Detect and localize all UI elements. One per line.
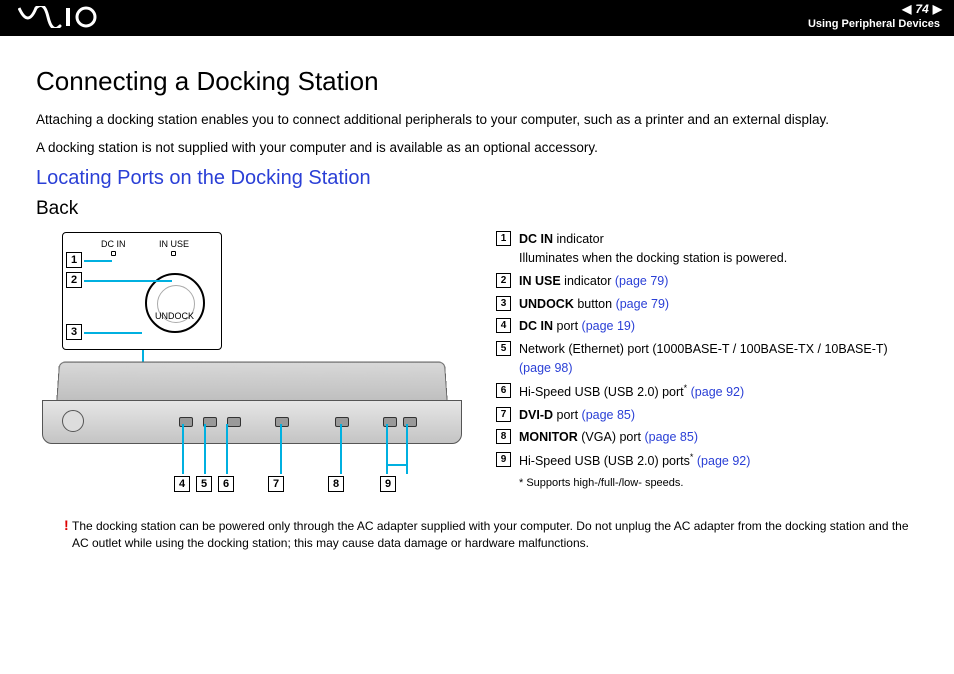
legend-item: 6 Hi-Speed USB (USB 2.0) port* (page 92): [496, 382, 918, 402]
section-name: Using Peripheral Devices: [808, 18, 940, 30]
legend-number-box: 2: [496, 273, 511, 288]
callout-8: 8: [328, 476, 344, 492]
page-link[interactable]: (page 85): [582, 408, 636, 422]
legend-text: DC IN indicatorIlluminates when the dock…: [519, 230, 787, 268]
vga-port-icon: [335, 417, 349, 427]
dock-body-icon: [36, 360, 468, 460]
undock-label: UNDOCK: [155, 311, 194, 321]
footnote: * Supports high-/full-/low- speeds.: [519, 475, 918, 492]
page-link[interactable]: (page 79): [615, 274, 669, 288]
intro-p2: A docking station is not supplied with y…: [36, 139, 918, 157]
callout-2: 2: [66, 272, 82, 288]
page-link[interactable]: (page 85): [644, 430, 698, 444]
callout-9: 9: [380, 476, 396, 492]
callout-4: 4: [174, 476, 190, 492]
legend-number-box: 3: [496, 296, 511, 311]
usb-port-icon: [227, 417, 241, 427]
legend-text: UNDOCK button (page 79): [519, 295, 669, 314]
next-page-arrow[interactable]: ▶: [933, 2, 942, 16]
legend-number-box: 7: [496, 407, 511, 422]
legend-item: 5 Network (Ethernet) port (1000BASE-T / 1…: [496, 340, 918, 378]
legend-item: 7 DVI-D port (page 85): [496, 406, 918, 425]
legend-number-box: 5: [496, 341, 511, 356]
view-label: Back: [36, 198, 918, 220]
legend-number-box: 1: [496, 231, 511, 246]
legend-list: 1 DC IN indicatorIlluminates when the doc…: [496, 228, 918, 491]
callout-7: 7: [268, 476, 284, 492]
dc-in-label: DC IN: [101, 239, 126, 249]
in-use-label: IN USE: [159, 239, 189, 249]
intro-p1: Attaching a docking station enables you …: [36, 111, 918, 129]
page-link[interactable]: (page 92): [687, 385, 744, 399]
legend-item: 9 Hi-Speed USB (USB 2.0) ports* (page 92): [496, 451, 918, 471]
vaio-logo: [18, 6, 102, 34]
page-link[interactable]: (page 98): [519, 361, 573, 375]
legend-text: DVI-D port (page 85): [519, 406, 635, 425]
warning-text: The docking station can be powered only …: [72, 519, 909, 550]
callout-6: 6: [218, 476, 234, 492]
legend-item: 1 DC IN indicatorIlluminates when the doc…: [496, 230, 918, 268]
legend-text: Network (Ethernet) port (1000BASE-T / 10…: [519, 340, 918, 378]
page-content: Connecting a Docking Station Attaching a…: [0, 36, 954, 562]
page-title: Connecting a Docking Station: [36, 66, 918, 97]
page-link[interactable]: (page 92): [693, 454, 750, 468]
legend-item: 4 DC IN port (page 19): [496, 317, 918, 336]
legend-number-box: 8: [496, 429, 511, 444]
callout-3: 3: [66, 324, 82, 340]
header-bar: ◀ 74 ▶ Using Peripheral Devices: [0, 0, 954, 36]
page-link[interactable]: (page 79): [616, 297, 670, 311]
page-link[interactable]: (page 19): [582, 319, 636, 333]
undock-button-icon: [145, 273, 205, 333]
page-nav: ◀ 74 ▶: [902, 2, 942, 16]
callout-1: 1: [66, 252, 82, 268]
legend-text: DC IN port (page 19): [519, 317, 635, 336]
subheading: Locating Ports on the Docking Station: [36, 167, 918, 190]
legend-number-box: 4: [496, 318, 511, 333]
in-use-led-icon: [171, 251, 176, 256]
legend-number-box: 6: [496, 383, 511, 398]
legend-item: 2 IN USE indicator (page 79): [496, 272, 918, 291]
warning-note: ! The docking station can be powered onl…: [36, 518, 918, 552]
legend-item: 8 MONITOR (VGA) port (page 85): [496, 428, 918, 447]
legend-text: Hi-Speed USB (USB 2.0) ports* (page 92): [519, 451, 750, 471]
legend-text: Hi-Speed USB (USB 2.0) port* (page 92): [519, 382, 744, 402]
dvi-d-port-icon: [275, 417, 289, 427]
legend-text: MONITOR (VGA) port (page 85): [519, 428, 698, 447]
legend-item: 3 UNDOCK button (page 79): [496, 295, 918, 314]
callout-5: 5: [196, 476, 212, 492]
warning-icon: !: [64, 516, 69, 536]
prev-page-arrow[interactable]: ◀: [902, 2, 911, 16]
page-number: 74: [915, 2, 928, 16]
legend-number-box: 9: [496, 452, 511, 467]
legend-text: IN USE indicator (page 79): [519, 272, 668, 291]
docking-station-diagram: DC IN IN USE UNDOCK 1 2 3: [36, 228, 476, 500]
dc-in-led-icon: [111, 251, 116, 256]
intro-text: Attaching a docking station enables you …: [36, 111, 918, 157]
